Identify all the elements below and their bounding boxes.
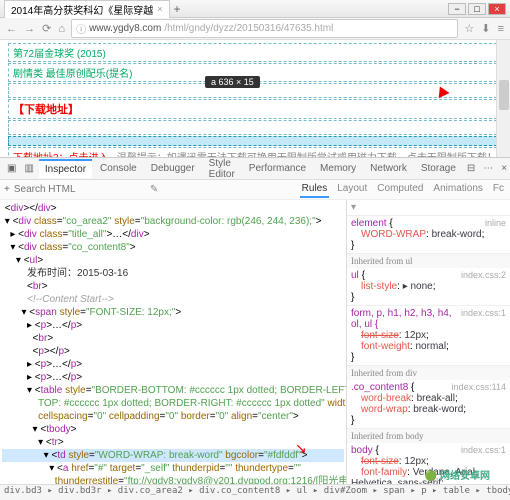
page-scrollbar[interactable] xyxy=(496,40,510,157)
devtools-panel: ▣ ▥ Inspector Console Debugger Style Edi… xyxy=(0,158,510,500)
inspect-icon[interactable]: ▣ xyxy=(4,163,19,174)
devtools-search-row: + ✎ Rules Layout Computed Animations Fc xyxy=(0,180,510,200)
browser-tab[interactable]: 2014年高分获奖科幻《星际穿越 × xyxy=(4,0,170,18)
window-minimize-button[interactable]: − xyxy=(448,3,466,15)
red-arrow-icon: ↘ xyxy=(295,442,307,455)
devtools-tabs: ▣ ▥ Inspector Console Debugger Style Edi… xyxy=(0,158,510,180)
selected-dom-node: ▾ <td style="WORD-WRAP: break-word" bgco… xyxy=(2,449,344,462)
scrollbar-thumb[interactable] xyxy=(499,80,509,110)
download-icon[interactable]: ⬇ xyxy=(479,23,492,35)
window-maximize-button[interactable]: □ xyxy=(468,3,486,15)
style-rule-cocontent: index.css:114 .co_content8 { word-break:… xyxy=(347,380,510,429)
add-element-button[interactable]: + xyxy=(4,184,10,195)
window-close-button[interactable]: × xyxy=(488,3,506,15)
download-tip: 温馨提示：如遇迅雷无法下载可换用无限制版尝试或用磁力下载，点击无限制版下载！ xyxy=(117,153,497,158)
forward-button[interactable]: → xyxy=(22,23,37,35)
tab-style-editor[interactable]: Style Editor xyxy=(203,155,241,183)
spacer2 xyxy=(8,120,502,135)
search-html-input[interactable] xyxy=(14,184,146,195)
bookmark-icon[interactable]: ☆ xyxy=(462,23,476,35)
download-link-2[interactable]: 下载地址2：点击进入 xyxy=(13,153,109,158)
reload-button[interactable]: ⟳ xyxy=(40,23,53,35)
filter-styles-input[interactable]: ▾ xyxy=(347,200,510,216)
tab-storage[interactable]: Storage xyxy=(415,160,462,177)
url-field[interactable]: ⓘ www.ygdy8.com/html/gndy/dyzz/20150316/… xyxy=(71,19,458,38)
styles-tab-animations[interactable]: Animations xyxy=(431,181,484,198)
styles-panel[interactable]: ▾ inline element { WORD-WRAP: break-word… xyxy=(346,200,510,484)
styles-tab-computed[interactable]: Computed xyxy=(375,181,425,198)
tab-memory[interactable]: Memory xyxy=(314,160,362,177)
home-button[interactable]: ⌂ xyxy=(56,23,67,35)
tab-title: 2014年高分获奖科幻《星际穿越 xyxy=(11,2,153,17)
tab-performance[interactable]: Performance xyxy=(243,160,312,177)
styles-tab-layout[interactable]: Layout xyxy=(335,181,369,198)
inherited-from-body: Inherited from body xyxy=(347,429,510,443)
devtools-options-icon[interactable]: ⋯ xyxy=(480,163,496,174)
tab-network[interactable]: Network xyxy=(364,160,413,177)
download-header: 【下载地址】 xyxy=(8,99,502,119)
dom-tree[interactable]: <div></div> ▾ <div class="co_area2" styl… xyxy=(0,200,346,484)
styles-tab-fonts[interactable]: Fc xyxy=(491,181,506,198)
styles-tab-rules[interactable]: Rules xyxy=(300,181,330,198)
tab-debugger[interactable]: Debugger xyxy=(145,160,201,177)
dl-row-2: 下载地址2：点击进入 温馨提示：如遇迅雷无法下载可换用无限制版尝试或用磁力下载，… xyxy=(8,147,502,158)
tab-inspector[interactable]: Inspector xyxy=(39,159,92,178)
inherited-from-ul: Inherited from ul xyxy=(347,254,510,268)
inherited-from-div: Inherited from div xyxy=(347,366,510,380)
page-content: 第72届金球奖 (2015) 剧情类 最佳原创配乐(提名) 【下载地址】 a 6… xyxy=(0,40,510,158)
address-bar: ← → ⟳ ⌂ ⓘ www.ygdy8.com/html/gndy/dyzz/2… xyxy=(0,18,510,40)
devtools-dock-icon[interactable]: ⊟ xyxy=(464,163,478,174)
tab-close-icon[interactable]: × xyxy=(157,4,162,14)
menu-icon[interactable]: ≡ xyxy=(496,23,506,35)
highlighted-element[interactable] xyxy=(8,136,502,146)
style-rule-ul: index.css:2 ul { list-style: ▸ none;} xyxy=(347,268,510,306)
style-rule-element: inline element { WORD-WRAP: break-word;} xyxy=(347,216,510,254)
new-tab-button[interactable]: + xyxy=(174,2,181,16)
window-titlebar: 2014年高分获奖科幻《星际穿越 × + − □ × xyxy=(0,0,510,18)
globe-icon: ⓘ xyxy=(76,21,86,36)
award-title: 第72届金球奖 (2015) xyxy=(8,43,502,62)
watermark: 🟢 网络安卓网 xyxy=(425,467,490,482)
url-path: /html/gndy/dyzz/20150316/47635.html xyxy=(164,23,333,34)
dom-breadcrumb[interactable]: div.bd3 ▸ div.bd3r ▸ div.co_area2 ▸ div.… xyxy=(0,484,510,500)
eyedropper-icon[interactable]: ✎ xyxy=(150,184,158,195)
responsive-icon[interactable]: ▥ xyxy=(21,163,36,174)
url-host: www.ygdy8.com xyxy=(89,23,161,34)
style-rule-form: index.css:1 form, p, h1, h2, h3, h4, ol,… xyxy=(347,306,510,366)
back-button[interactable]: ← xyxy=(4,23,19,35)
devtools-close-icon[interactable]: × xyxy=(498,163,510,174)
element-tooltip: a 636 × 15 xyxy=(205,76,260,88)
tab-console[interactable]: Console xyxy=(94,160,143,177)
